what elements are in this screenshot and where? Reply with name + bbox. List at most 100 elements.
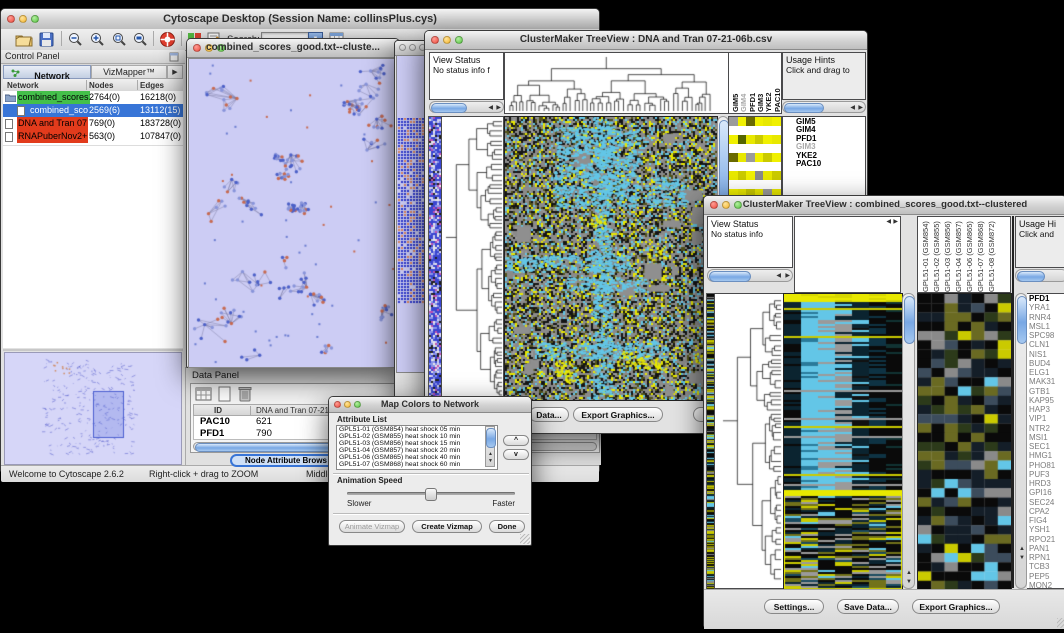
- gene-label[interactable]: NIS1: [1029, 350, 1055, 359]
- gene-label[interactable]: BUD4: [1029, 359, 1055, 368]
- attribute-item[interactable]: GPL51-03 (GSM856) heat shock 15 min: [337, 440, 497, 447]
- zoom-fit-icon[interactable]: [132, 31, 149, 48]
- tv1-hints-scrollbar[interactable]: ◀ ▶: [782, 101, 866, 113]
- tv2-vscrollbar[interactable]: ▲ ▼: [902, 293, 915, 589]
- tv1-zoom-matrix-cell[interactable]: [763, 117, 772, 126]
- gene-label[interactable]: MON2: [1029, 581, 1055, 589]
- dialog-button-create-vizmap[interactable]: Create Vizmap: [412, 520, 482, 533]
- tv1-zoom-matrix-cell[interactable]: [746, 135, 755, 144]
- network-table-row[interactable]: DNA and Tran 07769(0)183728(0): [3, 117, 183, 130]
- tv2-hints-scrollbar[interactable]: [1015, 269, 1064, 282]
- zoom-out-icon[interactable]: [67, 31, 84, 48]
- tv2-labels-scrollbar[interactable]: ▲ ▼: [1015, 293, 1027, 589]
- gene-label[interactable]: YRA1: [1029, 303, 1055, 312]
- gene-label[interactable]: MAK31: [1029, 377, 1055, 386]
- network-canvas[interactable]: [188, 58, 400, 368]
- tv1-zoom-matrix-cell[interactable]: [755, 135, 764, 144]
- dense-grid-canvas[interactable]: [397, 118, 425, 306]
- gene-label[interactable]: PEP5: [1029, 572, 1055, 581]
- tv2-hints-scrollbar-thumb[interactable]: [1017, 271, 1045, 282]
- close-icon[interactable]: [431, 36, 439, 44]
- tv1-column-dendrogram-panel[interactable]: [504, 52, 717, 114]
- gene-label[interactable]: GTB1: [1029, 387, 1055, 396]
- col-header-network[interactable]: Network: [7, 81, 39, 90]
- gene-label[interactable]: PAN1: [1029, 544, 1055, 553]
- scroll-right-icon[interactable]: ▶: [496, 105, 501, 111]
- tv1-zoom-matrix-cell[interactable]: [738, 117, 747, 126]
- attribute-list-scrollbar[interactable]: ▲ ▼: [485, 426, 495, 467]
- treeview2-titlebar[interactable]: ClusterMaker TreeView : combined_scores_…: [704, 196, 1064, 215]
- attribute-list-thumb[interactable]: [486, 428, 496, 448]
- gene-label[interactable]: GPI16: [1029, 488, 1055, 497]
- tv1-zoom-matrix-cell[interactable]: [738, 153, 747, 162]
- close-icon[interactable]: [334, 401, 341, 408]
- scroll-right-icon[interactable]: ▶: [858, 105, 863, 111]
- splitter-handle[interactable]: [3, 349, 183, 351]
- minimize-icon[interactable]: [409, 44, 416, 51]
- tv2-heatmap-canvas[interactable]: [783, 293, 903, 591]
- background-window-titlebar[interactable]: [395, 41, 425, 56]
- tv1-button-0[interactable]: Data...: [529, 407, 569, 422]
- attribute-item[interactable]: GPL51-07 (GSM868) heat shock 60 min: [337, 461, 497, 468]
- new-attribute-icon[interactable]: [218, 386, 232, 402]
- network-view-titlebar[interactable]: combined_scores_good.txt--cluste...: [187, 39, 399, 58]
- open-folder-icon[interactable]: [15, 32, 33, 47]
- col-header-nodes[interactable]: Nodes: [89, 81, 113, 90]
- tv1-zoom-matrix[interactable]: [729, 117, 781, 169]
- network-list-empty-area[interactable]: [3, 145, 183, 348]
- tv1-zoom-matrix-cell[interactable]: [746, 153, 755, 162]
- tv1-zoom-matrix-cell[interactable]: [729, 153, 738, 162]
- tv1-status-scrollbar[interactable]: ◀ ▶: [429, 101, 504, 113]
- dialog-button-animate-vizmap[interactable]: Animate Vizmap: [339, 520, 405, 533]
- close-icon[interactable]: [193, 44, 201, 52]
- tv2-labels-scrollbar-thumb[interactable]: [1017, 296, 1027, 344]
- background-network-canvas-area[interactable]: [396, 55, 426, 373]
- move-down-button[interactable]: v: [503, 449, 529, 460]
- tv1-column-label[interactable]: GIM4: [739, 54, 747, 112]
- tv2-column-label[interactable]: GPL51-06 (GSM865): [965, 217, 976, 292]
- tv2-column-dendrogram-panel[interactable]: ◀ ▶: [794, 216, 901, 293]
- tab-network[interactable]: Network: [3, 65, 91, 79]
- tv1-zoom-matrix-cell[interactable]: [729, 171, 738, 180]
- slider-thumb[interactable]: [425, 488, 437, 501]
- network-table-row[interactable]: combined_sco2569(6)13112(15): [3, 104, 183, 117]
- tv1-column-dendrogram-canvas[interactable]: [505, 53, 716, 113]
- tv1-zoom-matrix-cell[interactable]: [772, 153, 781, 162]
- move-up-button[interactable]: ^: [503, 435, 529, 446]
- tv1-row-dendrogram-panel[interactable]: [441, 116, 504, 401]
- tv1-zoom-matrix-cell[interactable]: [763, 153, 772, 162]
- scroll-down-icon[interactable]: ▼: [1019, 555, 1025, 561]
- attribute-item[interactable]: GPL51-01 (GSM854) heat shock 05 min: [337, 426, 497, 433]
- scroll-left-icon[interactable]: ◀: [488, 105, 493, 111]
- birdseye-view[interactable]: [4, 352, 182, 465]
- gene-label[interactable]: PFD1: [1029, 294, 1055, 303]
- save-icon[interactable]: [39, 32, 54, 47]
- tv1-column-label[interactable]: YKE2: [764, 54, 772, 112]
- help-lifesaver-icon[interactable]: [159, 31, 176, 48]
- treeview1-titlebar[interactable]: ClusterMaker TreeView : DNA and Tran 07-…: [425, 31, 867, 50]
- gene-label[interactable]: YSH1: [1029, 525, 1055, 534]
- tv1-button-1[interactable]: Export Graphics...: [573, 407, 663, 422]
- close-icon[interactable]: [399, 44, 406, 51]
- tv2-button-1[interactable]: Save Data...: [837, 599, 899, 614]
- gene-label[interactable]: RPN1: [1029, 553, 1055, 562]
- tv2-status-scrollbar-thumb[interactable]: [709, 271, 751, 282]
- tv2-column-label[interactable]: GPL51-04 (GSM857): [954, 217, 965, 292]
- tv2-row-dendrogram-canvas[interactable]: [715, 294, 783, 588]
- scroll-down-icon[interactable]: ▼: [488, 458, 493, 464]
- birdseye-canvas[interactable]: [5, 353, 181, 464]
- dialog-button-done[interactable]: Done: [489, 520, 525, 533]
- attribute-list[interactable]: GPL51-01 (GSM854) heat shock 05 minGPL51…: [336, 425, 498, 470]
- gene-label[interactable]: HAP3: [1029, 405, 1055, 414]
- scroll-up-icon[interactable]: ▲: [906, 570, 912, 576]
- tv1-column-label[interactable]: PAC10: [773, 54, 781, 112]
- tv2-column-label[interactable]: GPL51-02 (GSM855): [932, 217, 943, 292]
- trash-icon[interactable]: [238, 385, 252, 402]
- tv1-zoom-matrix-cell[interactable]: [738, 135, 747, 144]
- scroll-left-icon[interactable]: ◀: [886, 219, 891, 225]
- float-panel-icon[interactable]: [169, 52, 179, 62]
- attribute-item[interactable]: GPL51-02 (GSM855) heat shock 10 min: [337, 433, 497, 440]
- gene-label[interactable]: CLN1: [1029, 340, 1055, 349]
- gene-label[interactable]: SEC1: [1029, 442, 1055, 451]
- gene-label[interactable]: VIP1: [1029, 414, 1055, 423]
